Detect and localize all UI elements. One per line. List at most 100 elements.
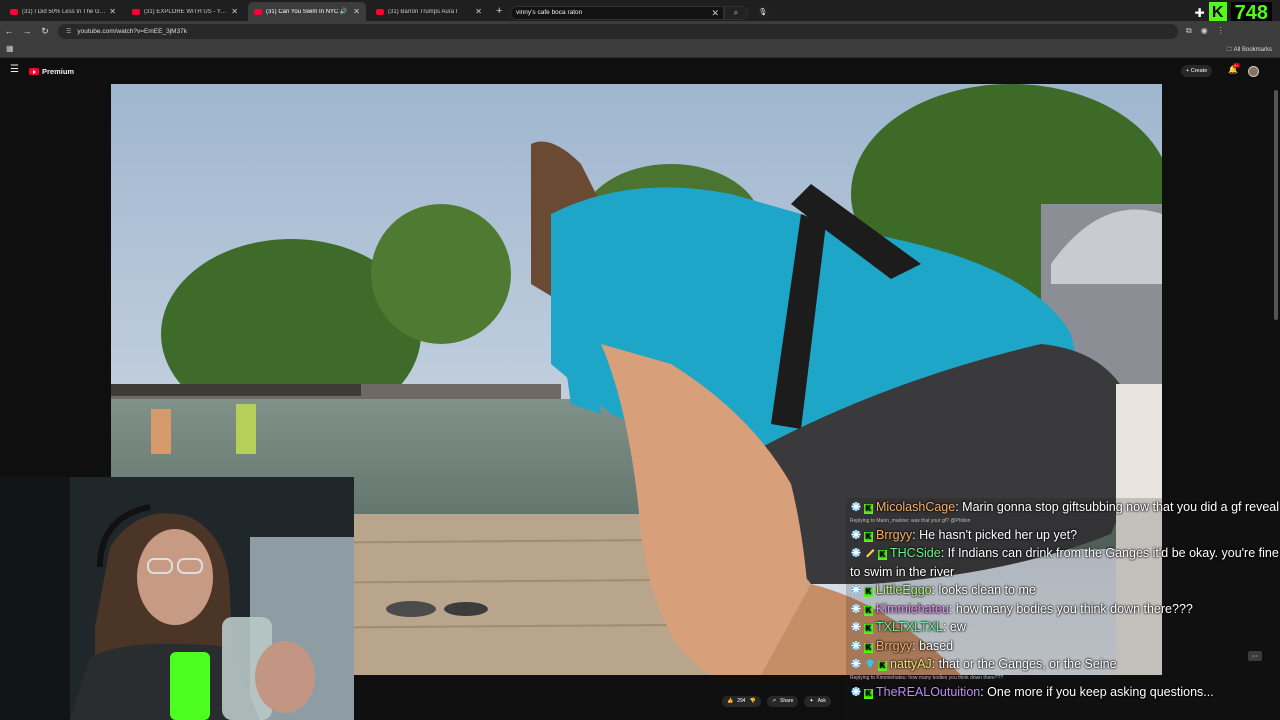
chat-message: K Brrgyy: He hasn't picked her up yet? [846,526,1280,545]
speaker-icon[interactable]: 🔊 [340,8,347,15]
chat-username[interactable]: THCSide [890,546,941,560]
screen: (31) I Did 50% Less In The Gym ✕ (31) EX… [0,0,1280,720]
tab-title: (31) Can You Swim In NYC [266,8,339,15]
tab-close-icon[interactable]: ✕ [109,7,116,16]
kick-badge-icon: K [864,688,873,699]
youtube-favicon-icon [132,8,140,15]
chat-message: K MicolashCage: Marin gonna stop giftsubb… [846,498,1280,517]
tab-2[interactable]: (31) Can You Swim In NYC 🔊 ✕ [248,2,366,21]
chat-username[interactable]: TXLTXLTXL [876,620,943,634]
chat-text: : ew [942,620,966,634]
star-badge-icon [850,656,862,668]
kick-badge-icon: K [864,642,873,653]
streamer-webcam [0,477,354,720]
chat-text: : based [912,638,954,653]
create-button[interactable]: + Create [1181,65,1213,77]
youtube-header: ☰ Premium [0,58,1280,84]
search-icon: ⌕ [733,8,739,17]
page-scrollbar[interactable] [1274,90,1278,320]
tab-close-icon[interactable]: ✕ [231,7,238,16]
chat-text: : looks clean to me [931,583,1036,597]
chat-username[interactable]: nattyAJ [890,657,932,671]
chat-message: KnattyAJ: that or the Ganges, or the Sei… [846,655,1280,674]
like-dislike-button[interactable]: 👍 294 👎 [722,696,761,707]
menu-dots-icon[interactable]: ⋮ [1217,26,1225,36]
share-button[interactable]: ↗ Share [766,696,799,707]
kick-badge-icon: K [864,605,873,616]
all-bookmarks[interactable]: 🗀 All Bookmarks [1226,45,1272,55]
youtube-favicon-icon [376,8,384,15]
search-query: vinny's cafe boca raton [516,9,583,16]
star-badge-icon [850,684,862,696]
youtube-favicon-icon [10,8,18,15]
chat-username[interactable]: Kimmiehateu [876,602,949,616]
bookmarks-bar: ▦ 🗀 All Bookmarks [0,41,1280,58]
star-badge-icon [850,601,862,613]
toolbar-icons: ⧉ ◉ ⋮ [1186,26,1225,36]
kick-badge-icon: K [864,624,873,634]
chat-username[interactable]: MicolashCage [876,500,955,514]
notifications-button[interactable]: 🔔 9+ [1228,63,1240,74]
chat-text: : how many bodies you think down there??… [948,601,1193,616]
new-tab-button[interactable]: + [496,2,502,21]
pen-badge-icon [864,545,876,558]
kick-badge-icon: K [878,550,887,560]
chat-message: K TXLTXLTXL: ew [846,618,1280,637]
chat-reply-context: Replying to Marin_malone: was that your … [850,517,971,524]
star-badge-icon [850,619,862,631]
thumbs-down-icon[interactable]: 👎 [750,696,756,707]
kick-badge-icon: K [878,661,887,671]
chat-message: K LittleEggo: looks clean to me [846,581,1280,600]
profile-icon[interactable]: ◉ [1201,26,1208,36]
all-bookmarks-label: All Bookmarks [1233,47,1272,53]
chat-username[interactable]: TheREALOutuition [876,685,980,699]
extensions-icon[interactable]: ⧉ [1186,26,1192,36]
chat-reply-context: Replying to Kimmiehateu: how many bodies… [850,674,1004,681]
search-input[interactable]: vinny's cafe boca raton ✕ [510,6,724,20]
like-count: 294 [737,698,746,704]
chat-text: : Marin gonna stop giftsubbing now that … [955,500,1280,514]
clear-search-icon[interactable]: ✕ [711,7,719,19]
star-badge-icon [850,638,862,650]
address-bar-row: ← → ↻ ☰ youtube.com/watch?v=EmEE_3jM37k … [0,21,1280,41]
folder-icon: 🗀 [1226,47,1233,53]
apps-grid-icon[interactable]: ▦ [6,44,14,53]
account-avatar[interactable] [1248,66,1259,77]
share-icon: ↗ [771,698,777,704]
kick-badge-icon: K [864,587,873,597]
ask-button[interactable]: ✦ Ask [804,696,831,707]
chat-username[interactable]: Brrgyy [876,639,912,653]
share-label: Share [780,698,794,704]
chat-username[interactable]: LittleEggo [876,583,932,597]
webcam-scene [0,477,354,720]
tab-1[interactable]: (31) EXPLORE WITH US - YouTube ✕ [126,2,244,21]
chat-text: : that or the Ganges, or the Seine [931,657,1117,671]
tab-title: (31) EXPLORE WITH US - YouTube [144,8,228,15]
chat-text: : One more if you keep asking questions.… [980,684,1214,699]
tab-close-icon[interactable]: ✕ [353,7,360,16]
hamburger-menu-icon[interactable]: ☰ [10,64,19,75]
notification-badge: 9+ [1233,63,1240,68]
chat-message: K Kimmiehateu: how many bodies you think … [846,600,1280,619]
star-badge-icon [850,527,862,539]
gem-badge-icon [864,656,876,668]
plus-icon: ✚ [1194,6,1205,20]
youtube-favicon-icon [254,8,262,15]
voice-search-button[interactable]: 🎙 [756,6,770,20]
tab-3[interactable]: (31) Barron Trumps Aura I ✕ [370,2,488,21]
tab-close-icon[interactable]: ✕ [475,7,482,16]
back-icon[interactable]: ← [0,26,18,36]
url-field[interactable]: ☰ youtube.com/watch?v=EmEE_3jM37k [58,23,1178,39]
tab-0[interactable]: (31) I Did 50% Less In The Gym ✕ [4,2,122,21]
search-button[interactable]: ⌕ [724,6,748,20]
chat-username[interactable]: Brrgyy [876,528,912,542]
chat-text: : He hasn't picked her up yet? [912,527,1078,542]
kick-badge-icon: K [864,504,873,514]
url-text: youtube.com/watch?v=EmEE_3jM37k [77,27,188,35]
chat-message: K THCSide: If Indians can drink from the … [846,544,1280,581]
youtube-logo[interactable]: Premium [29,67,74,76]
sparkle-icon: ✦ [809,698,814,704]
site-info-icon[interactable]: ☰ [66,28,71,35]
reload-icon[interactable]: ↻ [36,26,54,37]
forward-icon[interactable]: → [18,26,36,36]
